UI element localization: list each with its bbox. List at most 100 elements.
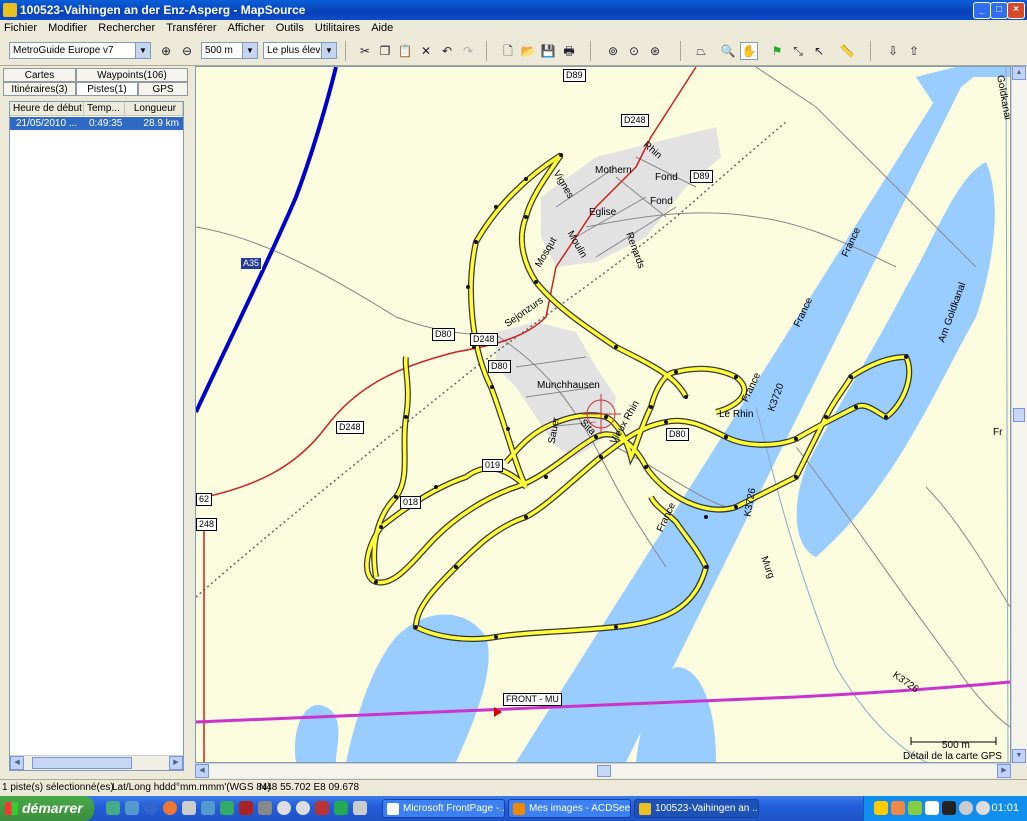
select-tool-icon[interactable]: ↖ bbox=[810, 42, 828, 60]
undo-icon[interactable]: ↶ bbox=[438, 42, 456, 60]
send-to-device-icon[interactable]: ⇧ bbox=[905, 42, 923, 60]
tab-cartes[interactable]: Cartes bbox=[3, 68, 76, 82]
quicklaunch-icon[interactable] bbox=[182, 801, 196, 815]
column-header-length[interactable]: Longueur bbox=[125, 102, 183, 116]
quicklaunch-icon[interactable] bbox=[277, 801, 291, 815]
clock[interactable]: 01:01 bbox=[991, 802, 1019, 814]
ie-icon[interactable] bbox=[144, 801, 158, 815]
quicklaunch-icon[interactable] bbox=[106, 801, 120, 815]
find-place-icon[interactable]: ⊙ bbox=[625, 42, 643, 60]
map-horizontal-scrollbar[interactable]: ◀ ▶ bbox=[195, 763, 1011, 778]
tray-icon[interactable] bbox=[908, 801, 922, 815]
scroll-down-icon[interactable]: ▼ bbox=[1012, 749, 1026, 763]
map-vertical-scrollbar[interactable]: ▲ ▼ bbox=[1011, 66, 1027, 763]
quicklaunch-icon[interactable] bbox=[258, 801, 272, 815]
waypoint-tool-icon[interactable]: ⚑ bbox=[768, 42, 786, 60]
new-file-icon[interactable]: 🗋 bbox=[499, 42, 517, 60]
open-folder-icon[interactable]: 📂 bbox=[519, 42, 537, 60]
taskbar-item-acdsee[interactable]: Mes images - ACDSee... bbox=[508, 799, 631, 818]
tab-waypoints[interactable]: Waypoints(106) bbox=[76, 68, 188, 82]
zoom-tool-icon[interactable]: 🔍 bbox=[719, 42, 737, 60]
chevron-down-icon[interactable]: ▼ bbox=[242, 43, 257, 58]
menu-afficher[interactable]: Afficher bbox=[224, 20, 269, 36]
road-label: D80 bbox=[666, 428, 689, 441]
scroll-thumb[interactable] bbox=[597, 765, 611, 777]
map-product-select[interactable]: MetroGuide Europe v7 ▼ bbox=[9, 42, 151, 59]
close-button[interactable]: × bbox=[1007, 2, 1025, 19]
tab-itineraires[interactable]: Itinéraires(3) bbox=[3, 82, 76, 96]
map-label: Fond bbox=[650, 196, 673, 207]
firefox-icon[interactable] bbox=[163, 801, 177, 815]
quicklaunch-icon[interactable] bbox=[201, 801, 215, 815]
track-list[interactable]: Heure de début Temp... Longueur 21/05/20… bbox=[9, 101, 184, 771]
menu-utilitaires[interactable]: Utilitaires bbox=[311, 20, 364, 36]
list-horizontal-scrollbar[interactable]: ◀ ▶ bbox=[10, 755, 183, 770]
taskbar-item-frontpage[interactable]: Microsoft FrontPage -... bbox=[382, 799, 505, 818]
redo-icon[interactable]: ↷ bbox=[459, 42, 477, 60]
detail-level-select[interactable]: Le plus élevé ▼ bbox=[263, 42, 337, 59]
delete-icon[interactable]: ✕ bbox=[417, 42, 435, 60]
scroll-right-icon[interactable]: ▶ bbox=[997, 764, 1011, 778]
copy-icon[interactable]: ❐ bbox=[376, 42, 394, 60]
menu-outils[interactable]: Outils bbox=[272, 20, 308, 36]
find-nearest-icon[interactable]: ⊛ bbox=[646, 42, 664, 60]
tray-icon[interactable] bbox=[925, 801, 939, 815]
quicklaunch-icon[interactable] bbox=[296, 801, 310, 815]
print-icon[interactable]: 🖶 bbox=[560, 42, 578, 60]
maximize-button[interactable]: □ bbox=[990, 2, 1008, 19]
scroll-left-icon[interactable]: ◀ bbox=[195, 764, 209, 778]
tray-icon[interactable] bbox=[874, 801, 888, 815]
zoom-in-icon[interactable]: ⊕ bbox=[157, 42, 175, 60]
tray-icon[interactable] bbox=[976, 801, 990, 815]
scroll-up-icon[interactable]: ▲ bbox=[1012, 66, 1026, 80]
menu-fichier[interactable]: Fichier bbox=[0, 20, 41, 36]
title-bar: 100523-Vaihingen an der Enz-Asperg - Map… bbox=[0, 0, 1027, 20]
quicklaunch-icon[interactable] bbox=[125, 801, 139, 815]
app-icon[interactable] bbox=[3, 3, 17, 17]
quicklaunch-icon[interactable] bbox=[353, 801, 367, 815]
quicklaunch-icon[interactable] bbox=[220, 801, 234, 815]
zoom-level-value: 500 m bbox=[205, 45, 233, 56]
paste-icon[interactable]: 📋 bbox=[396, 42, 414, 60]
tray-icon[interactable] bbox=[891, 801, 905, 815]
menu-rechercher[interactable]: Rechercher bbox=[94, 20, 159, 36]
scroll-thumb[interactable] bbox=[1013, 408, 1025, 422]
chevron-down-icon[interactable]: ▼ bbox=[135, 43, 150, 58]
save-icon[interactable]: 💾 bbox=[539, 42, 557, 60]
map-tool-icon[interactable]: ⏢ bbox=[692, 42, 710, 60]
quicklaunch-icon[interactable] bbox=[334, 801, 348, 815]
menu-modifier[interactable]: Modifier bbox=[44, 20, 91, 36]
map-view[interactable]: Mothern Eglise Fond Fond Vignes Rhin Ren… bbox=[195, 66, 1011, 763]
column-header-duration[interactable]: Temp... bbox=[84, 102, 125, 116]
minimize-button[interactable]: _ bbox=[973, 2, 991, 19]
taskbar-item-mapsource[interactable]: 100523-Vaihingen an ... bbox=[634, 799, 759, 818]
scroll-left-icon[interactable]: ◀ bbox=[10, 756, 24, 770]
tab-gps[interactable]: GPS bbox=[138, 82, 188, 96]
scroll-right-icon[interactable]: ▶ bbox=[169, 756, 183, 770]
start-button[interactable]: démarrer bbox=[0, 796, 94, 821]
zoom-out-icon[interactable]: ⊖ bbox=[178, 42, 196, 60]
route-tool-icon[interactable]: ⤡ bbox=[789, 42, 807, 60]
filezilla-icon[interactable] bbox=[315, 801, 329, 815]
zoom-level-select[interactable]: 500 m ▼ bbox=[201, 42, 258, 59]
status-bar: 1 piste(s) sélectionné(es) Lat/Long hddd… bbox=[0, 779, 1027, 797]
tray-icon[interactable] bbox=[942, 801, 956, 815]
volume-icon[interactable] bbox=[959, 801, 973, 815]
receive-from-device-icon[interactable]: ⇩ bbox=[884, 42, 902, 60]
menu-aide[interactable]: Aide bbox=[367, 20, 397, 36]
hand-tool-icon[interactable]: ✋ bbox=[740, 42, 758, 60]
mapsource-icon bbox=[639, 803, 651, 815]
scroll-thumb[interactable] bbox=[32, 757, 132, 769]
distance-tool-icon[interactable]: 📏 bbox=[836, 42, 858, 60]
menu-transferer[interactable]: Transférer bbox=[162, 20, 220, 36]
tab-pistes[interactable]: Pistes(1) bbox=[76, 82, 138, 96]
chevron-down-icon[interactable]: ▼ bbox=[321, 43, 336, 58]
track-length-cell: 28.9 km bbox=[143, 118, 179, 129]
table-row[interactable]: 21/05/2010 ... 0:49:35 28.9 km bbox=[10, 117, 183, 130]
acdsee-icon bbox=[513, 803, 525, 815]
quicklaunch-icon[interactable] bbox=[239, 801, 253, 815]
cut-icon[interactable]: ✂ bbox=[356, 42, 374, 60]
find-binoculars-icon[interactable]: ⊚ bbox=[604, 42, 622, 60]
waypoint-label[interactable]: FRONT - MU bbox=[503, 693, 562, 706]
column-header-start[interactable]: Heure de début bbox=[10, 102, 84, 116]
